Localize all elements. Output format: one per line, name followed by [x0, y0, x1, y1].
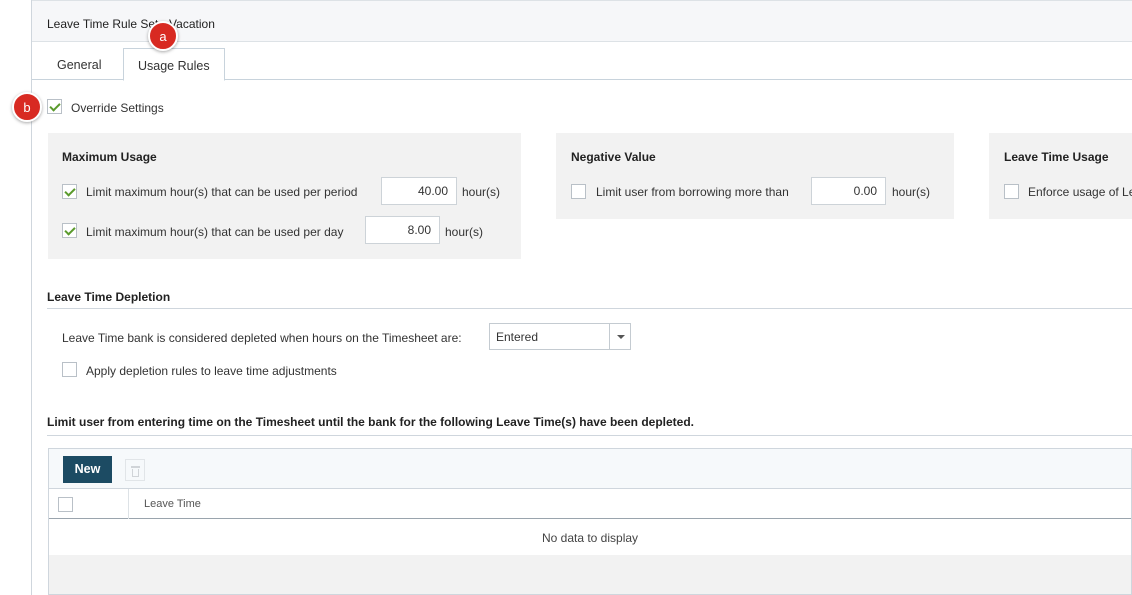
- leave-time-usage-title: Leave Time Usage: [1004, 150, 1109, 164]
- per-day-unit: hour(s): [445, 225, 484, 239]
- tab-bar: General Usage Rules: [32, 42, 1132, 81]
- limit-section-title: Limit user from entering time on the Tim…: [47, 415, 694, 429]
- maximum-usage-panel: Maximum Usage Limit maximum hour(s) that…: [48, 133, 521, 259]
- maximum-usage-title: Maximum Usage: [62, 150, 157, 164]
- per-period-label: Limit maximum hour(s) that can be used p…: [86, 185, 358, 199]
- borrow-limit-label: Limit user from borrowing more than: [596, 185, 789, 199]
- column-header-leave-time[interactable]: Leave Time: [144, 498, 201, 510]
- negative-value-panel: Negative Value Limit user from borrowing…: [556, 133, 954, 219]
- chevron-down-icon[interactable]: [609, 324, 630, 349]
- borrow-unit: hour(s): [892, 185, 931, 199]
- per-day-label: Limit maximum hour(s) that can be used p…: [86, 225, 344, 239]
- depletion-section-title: Leave Time Depletion: [47, 290, 171, 304]
- grid-toolbar: New: [49, 449, 1131, 488]
- leave-time-grid: New Leave Time No data to display: [48, 448, 1132, 595]
- per-period-hours-input[interactable]: 40.00: [381, 177, 457, 205]
- depletion-hours-value: Entered: [496, 330, 539, 344]
- borrow-limit-checkbox[interactable]: [571, 184, 586, 199]
- empty-message: No data to display: [541, 531, 639, 545]
- per-period-checkbox[interactable]: [62, 184, 77, 199]
- window-header: Leave Time Rule Set - Vacation: [32, 0, 1132, 42]
- left-border: [31, 0, 32, 595]
- depletion-divider: [47, 308, 1132, 309]
- callout-marker-b: b: [12, 92, 42, 122]
- override-settings-checkbox[interactable]: [47, 99, 62, 114]
- per-period-unit: hour(s): [462, 185, 501, 199]
- grid-header-row: Leave Time: [49, 488, 1131, 519]
- new-button[interactable]: New: [63, 456, 112, 483]
- enforce-usage-checkbox[interactable]: [1004, 184, 1019, 199]
- depletion-bank-label: Leave Time bank is considered depleted w…: [62, 331, 462, 345]
- callout-marker-a: a: [148, 21, 178, 51]
- apply-depletion-label: Apply depletion rules to leave time adju…: [86, 364, 337, 378]
- per-day-checkbox[interactable]: [62, 223, 77, 238]
- tab-usage-rules[interactable]: Usage Rules: [123, 48, 225, 81]
- apply-depletion-checkbox[interactable]: [62, 362, 77, 377]
- override-settings-label: Override Settings: [71, 101, 164, 115]
- trash-icon[interactable]: [125, 459, 145, 481]
- tab-general[interactable]: General: [43, 48, 115, 80]
- enforce-usage-label: Enforce usage of Le: [1028, 185, 1132, 199]
- borrow-hours-input[interactable]: 0.00: [811, 177, 886, 205]
- window-title: Leave Time Rule Set - Vacation: [47, 17, 215, 31]
- limit-divider: [47, 435, 1132, 436]
- per-day-hours-input[interactable]: 8.00: [365, 216, 440, 244]
- leave-time-usage-panel: Leave Time Usage Enforce usage of Le: [989, 133, 1132, 219]
- negative-value-title: Negative Value: [571, 150, 656, 164]
- select-all-checkbox[interactable]: [58, 497, 73, 512]
- depletion-hours-select[interactable]: Entered: [489, 323, 631, 350]
- grid-body: No data to display: [49, 519, 1131, 555]
